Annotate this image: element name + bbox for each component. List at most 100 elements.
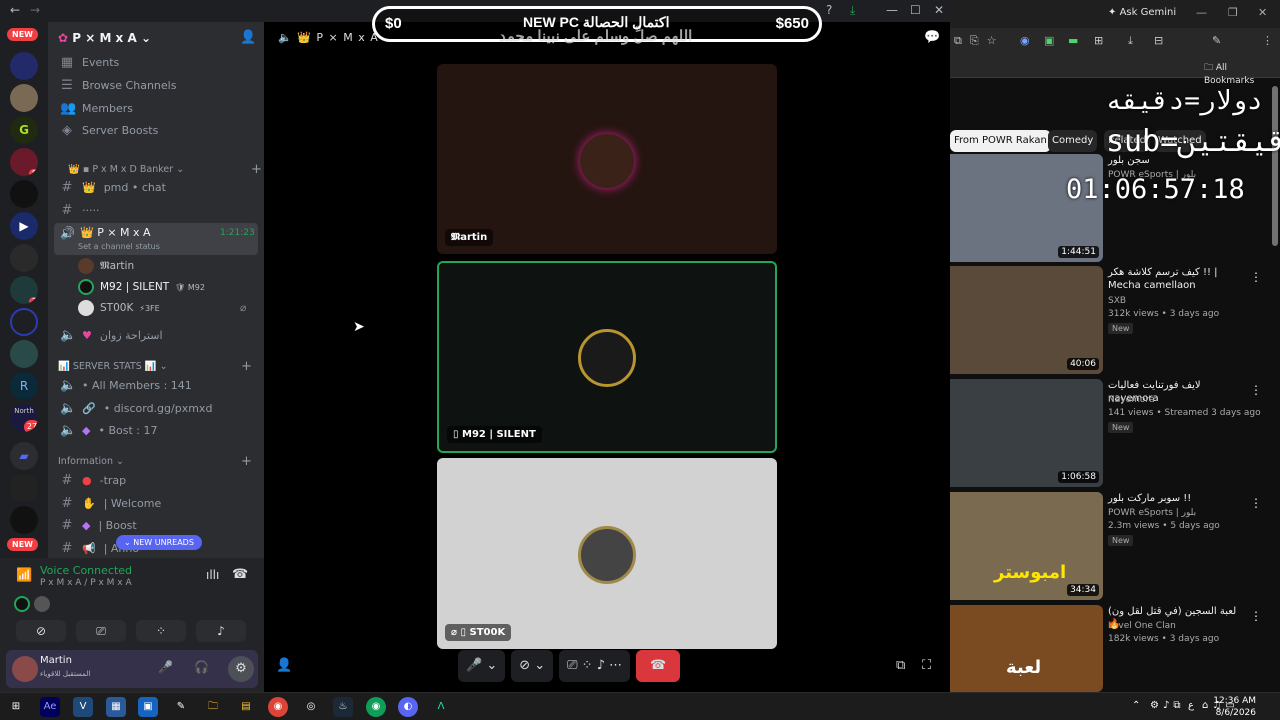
- screen-share-icon[interactable]: ⎚: [76, 620, 126, 642]
- video-item[interactable]: 1:44:51 سجن بلور POWR eSports | بلور: [950, 154, 1272, 264]
- server-name[interactable]: ✿ P × M x A ⌄: [58, 31, 151, 45]
- folder-icon[interactable]: ▰: [10, 442, 38, 470]
- video-channel[interactable]: POWR eSports | بلور: [1108, 508, 1196, 518]
- toolbar-icons[interactable]: ⧉⎘☆: [954, 34, 1005, 48]
- extensions-puzzle-icon[interactable]: ⊞: [1094, 34, 1103, 47]
- video-item[interactable]: لعبة لعبة السجين (في قتل لقل ون) 🔥 Level…: [950, 605, 1272, 692]
- menu-events[interactable]: ▦ Events: [60, 52, 254, 72]
- participant-tile[interactable]: ⌀ ▯ ST00K: [437, 458, 777, 649]
- video-channel[interactable]: SXB: [1108, 296, 1126, 306]
- voice-connected-channel[interactable]: P x M x A / P x M x A: [40, 578, 132, 588]
- voice-channel-item[interactable]: 🔈 ♥ استراحة زوان: [60, 325, 254, 345]
- discord-icon[interactable]: ◐: [398, 697, 418, 717]
- extension-icon[interactable]: ◉: [1020, 34, 1030, 47]
- new-unreads-pill[interactable]: ⌄ NEW UNREADS: [116, 535, 202, 550]
- video-thumbnail[interactable]: 1:06:58: [950, 379, 1103, 487]
- server-icon[interactable]: [10, 474, 38, 502]
- headphones-icon[interactable]: 🎧: [194, 660, 209, 674]
- add-channel-icon[interactable]: +: [241, 454, 252, 469]
- video-title[interactable]: كيف ترسم كلاشة هكر !! | Mecha camellaon: [1108, 266, 1250, 292]
- menu-members[interactable]: 👥 Members: [60, 98, 254, 118]
- server-icon[interactable]: R: [10, 372, 38, 400]
- avatar[interactable]: [14, 596, 30, 612]
- server-icon[interactable]: 2: [10, 276, 38, 304]
- restore-icon[interactable]: ❐: [1228, 6, 1238, 19]
- video-title[interactable]: سوبر ماركت بلور !!: [1108, 492, 1250, 505]
- voice-connected-status[interactable]: Voice Connected: [40, 564, 132, 577]
- after-effects-icon[interactable]: Ae: [40, 697, 60, 717]
- voice-channel-active[interactable]: 🔊 👑 P × M x A 1:21:23 Set a channel stat…: [54, 223, 258, 255]
- add-channel-icon[interactable]: +: [241, 359, 252, 374]
- user-avatar[interactable]: [12, 656, 38, 682]
- new-pill[interactable]: NEW: [7, 538, 38, 551]
- server-icon[interactable]: [10, 308, 38, 336]
- channel-item[interactable]: # 👑 pmd • chat: [60, 177, 254, 197]
- screen-share-icon[interactable]: ⎚ ⁘ ♪ ⋯: [559, 650, 631, 682]
- channel-status-prompt[interactable]: Set a channel status: [78, 242, 160, 251]
- chrome-profile-icon[interactable]: ◉: [366, 697, 386, 717]
- app-icon[interactable]: ▤: [236, 697, 256, 717]
- invite-to-voice-icon[interactable]: 👤: [276, 658, 292, 673]
- voice-user[interactable]: 𝕸artin: [78, 256, 134, 276]
- steam-icon[interactable]: ♨: [333, 697, 353, 717]
- participant-tile-speaking[interactable]: ▯ M92 | SILENT: [437, 261, 777, 453]
- server-icon[interactable]: [10, 244, 38, 272]
- voice-channel-item[interactable]: 🔈 • All Members : 141: [60, 375, 254, 395]
- edit-icon[interactable]: ✎: [1212, 34, 1221, 47]
- server-icon[interactable]: G: [10, 116, 38, 144]
- minimize-icon[interactable]: —: [886, 3, 898, 17]
- server-icon[interactable]: [10, 180, 38, 208]
- video-item[interactable]: امبوستر 34:34 سوبر ماركت بلور !! POWR eS…: [950, 492, 1272, 602]
- windows-start-icon[interactable]: ⊞: [6, 697, 26, 717]
- voice-channel-item[interactable]: 🔈 ◆ • Bost : 17: [60, 420, 254, 440]
- chrome-icon[interactable]: ◉: [268, 697, 288, 717]
- username[interactable]: Martin: [40, 655, 72, 666]
- filter-chip[interactable]: Comedy: [1048, 130, 1098, 152]
- activities-icon[interactable]: ⁘: [136, 620, 186, 642]
- close-icon[interactable]: ✕: [934, 3, 944, 17]
- menu-kebab-icon[interactable]: ⋮: [1262, 34, 1273, 47]
- settings-gear-icon[interactable]: ⚙: [228, 656, 254, 682]
- microphone-icon[interactable]: 🎤 ⌄: [458, 650, 506, 682]
- maximize-icon[interactable]: ☐: [910, 3, 921, 17]
- channel-item[interactable]: # ● -trap: [60, 470, 254, 490]
- more-options-icon[interactable]: ⋮: [1250, 609, 1262, 623]
- menu-browse-channels[interactable]: ☰ Browse Channels: [60, 75, 254, 95]
- popout-icon[interactable]: ⧉: [896, 658, 905, 673]
- app-icon[interactable]: ▣: [138, 697, 158, 717]
- language-indicator[interactable]: ع: [1188, 700, 1194, 711]
- close-icon[interactable]: ✕: [1258, 6, 1267, 19]
- server-icon[interactable]: [10, 52, 38, 80]
- minimize-icon[interactable]: —: [1196, 6, 1207, 19]
- video-off-icon[interactable]: ⊘: [16, 620, 66, 642]
- category-header[interactable]: 👑 ▪ P x M x D Banker ⌄ +: [68, 162, 262, 177]
- video-channel[interactable]: Level One Clan: [1108, 621, 1176, 631]
- category-header[interactable]: Information ⌄ +: [58, 454, 252, 469]
- avatar[interactable]: [34, 596, 50, 612]
- video-thumbnail[interactable]: لعبة: [950, 605, 1103, 692]
- microphone-icon[interactable]: 🎤: [158, 660, 173, 674]
- history-icon[interactable]: ⊟: [1154, 34, 1163, 47]
- file-explorer-icon[interactable]: 🗀: [203, 697, 223, 717]
- server-icon[interactable]: [10, 506, 38, 534]
- channel-item[interactable]: # ·····: [60, 200, 254, 220]
- help-icon[interactable]: ?: [826, 3, 832, 17]
- server-icon[interactable]: 8: [10, 148, 38, 176]
- video-thumbnail[interactable]: امبوستر 34:34: [950, 492, 1103, 600]
- download-icon[interactable]: ⤓: [1128, 34, 1133, 48]
- category-header[interactable]: 📊 SERVER STATS 📊 ⌄ +: [58, 359, 252, 374]
- camera-off-icon[interactable]: ⊘ ⌄: [511, 650, 554, 682]
- app-icon[interactable]: Λ: [431, 697, 451, 717]
- back-arrow-icon[interactable]: ←: [10, 3, 20, 17]
- system-clock[interactable]: 12:36 AM 8/6/2026: [1213, 695, 1256, 719]
- fullscreen-icon[interactable]: ⛶: [922, 658, 931, 673]
- server-icon[interactable]: [10, 340, 38, 368]
- channel-item[interactable]: # ◆ | Boost: [60, 515, 254, 535]
- add-channel-icon[interactable]: +: [251, 162, 262, 177]
- app-icon[interactable]: ✎: [171, 697, 191, 717]
- calculator-icon[interactable]: ▦: [106, 697, 126, 717]
- voice-user[interactable]: ST00K ⚡3FE ⌀: [78, 298, 246, 318]
- soundboard-icon[interactable]: ♪: [196, 620, 246, 642]
- video-item[interactable]: 1:06:58 لايف فورتنايت فعاليات nayemora N…: [950, 379, 1272, 489]
- video-thumbnail[interactable]: 40:06: [950, 266, 1103, 374]
